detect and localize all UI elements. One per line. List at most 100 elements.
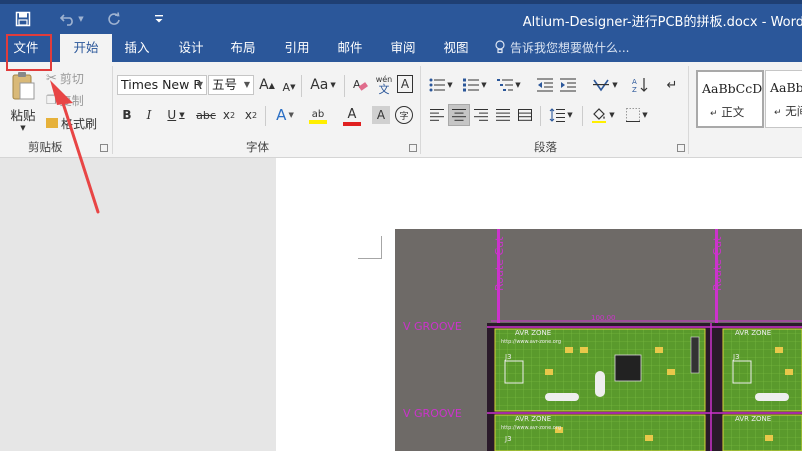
distributed-icon xyxy=(518,109,532,121)
character-shading-button[interactable]: A xyxy=(372,106,390,124)
enclose-characters-button[interactable]: 字 xyxy=(395,106,413,124)
route-cut-text: Route Cut xyxy=(711,236,724,291)
italic-button[interactable]: I xyxy=(142,106,156,124)
underline-button[interactable]: U ▼ xyxy=(164,106,188,124)
svg-text:A: A xyxy=(353,78,361,91)
redo-icon xyxy=(108,12,120,25)
pad xyxy=(545,369,553,375)
tab-review[interactable]: 审阅 xyxy=(380,34,426,62)
grow-font-button[interactable]: A ▲ xyxy=(259,75,275,95)
sort-icon: A Z xyxy=(632,78,648,93)
font-color-icon: A xyxy=(347,106,357,122)
bold-icon: B xyxy=(122,108,132,122)
crystal xyxy=(595,371,605,397)
subscript-button[interactable]: x2 xyxy=(221,106,237,124)
header-connector xyxy=(690,336,700,374)
sort-button[interactable]: A Z xyxy=(630,75,650,95)
v-groove-text: V GROOVE xyxy=(403,407,462,420)
separator xyxy=(344,75,345,97)
highlight-button[interactable]: ab xyxy=(303,105,333,127)
change-case-icon: Aa xyxy=(310,77,329,93)
lightbulb-icon xyxy=(495,40,505,54)
strikethrough-button[interactable]: abc xyxy=(195,106,217,124)
tab-insert[interactable]: 插入 xyxy=(114,34,160,62)
text-effects-button[interactable]: A ▼ xyxy=(271,105,299,125)
pad xyxy=(765,435,773,441)
enclose-characters-icon: 字 xyxy=(399,111,409,122)
clipboard-icon xyxy=(12,71,35,99)
shading-button[interactable]: ▼ xyxy=(588,105,618,125)
clipboard-group-label: 剪贴板 xyxy=(28,140,63,154)
tell-me-text: 告诉我您想要做什么... xyxy=(510,41,630,55)
undo-dropdown-icon[interactable]: ▼ xyxy=(78,15,83,23)
font-launcher-icon[interactable] xyxy=(409,144,417,152)
tell-me-box[interactable]: 告诉我您想要做什么... xyxy=(494,34,644,62)
pad xyxy=(565,347,573,353)
line-spacing-button[interactable]: ▼ xyxy=(546,105,576,125)
style-preview: AaBbCcDd xyxy=(770,80,802,95)
superscript-icon: x xyxy=(244,108,252,122)
font-color-button[interactable]: A xyxy=(337,105,367,127)
show-formatting-marks-button[interactable]: ↵ xyxy=(665,76,679,94)
shrink-font-button[interactable]: A ▼ xyxy=(281,77,297,97)
increase-indent-button[interactable] xyxy=(558,75,578,95)
tab-layout[interactable]: 布局 xyxy=(220,34,266,62)
clear-formatting-button[interactable]: A xyxy=(351,74,369,96)
customize-qat-button[interactable] xyxy=(150,10,168,28)
shrink-font-icon: A xyxy=(282,80,291,94)
numbering-button[interactable]: ▼ xyxy=(460,75,490,95)
bullets-icon xyxy=(429,78,446,92)
multilevel-list-icon xyxy=(497,79,514,91)
tab-home[interactable]: 开始 xyxy=(60,34,112,62)
margin-corner-mark xyxy=(358,258,382,259)
tab-mailings[interactable]: 邮件 xyxy=(327,34,373,62)
redo-button[interactable] xyxy=(104,10,124,28)
italic-icon: I xyxy=(146,108,152,122)
change-case-button[interactable]: Aa ▼ xyxy=(308,75,338,95)
multilevel-list-button[interactable]: ▼ xyxy=(494,75,524,95)
designator-text: J3 xyxy=(504,435,512,443)
borders-button[interactable]: ▼ xyxy=(622,105,652,125)
chip xyxy=(614,354,642,382)
tab-references[interactable]: 引用 xyxy=(274,34,320,62)
cut-button[interactable]: ✂ 剪切 xyxy=(46,69,94,87)
save-button[interactable] xyxy=(14,10,32,28)
font-name-value: Times New R xyxy=(121,77,202,92)
pad xyxy=(645,435,653,441)
clipboard-launcher-icon[interactable] xyxy=(100,144,108,152)
v-groove-text: V GROOVE xyxy=(403,320,462,333)
pcb-panel-image[interactable]: Route Cut Route Cut V GROOVE V GROOVE 10… xyxy=(395,229,802,451)
undo-button[interactable]: ▼ xyxy=(58,10,86,28)
format-painter-button[interactable]: 格式刷 xyxy=(46,114,104,132)
style-normal[interactable]: AaBbCcDd ↵ 正文 xyxy=(696,70,764,128)
decrease-indent-button[interactable] xyxy=(535,75,555,95)
phonetic-guide-button[interactable]: wén 文 xyxy=(374,72,394,98)
svg-text:Z: Z xyxy=(632,86,637,93)
align-left-icon xyxy=(430,109,444,121)
group-separator xyxy=(112,66,113,154)
justify-button[interactable] xyxy=(494,106,512,124)
font-size-combo[interactable]: 五号 ▼ xyxy=(208,75,254,95)
superscript-button[interactable]: x2 xyxy=(243,106,259,124)
paste-button[interactable]: 粘贴 ▼ xyxy=(6,70,40,132)
align-right-button[interactable] xyxy=(472,106,490,124)
paste-dropdown-icon[interactable]: ▼ xyxy=(20,124,25,132)
style-label: ↵ 正文 xyxy=(710,105,745,119)
style-no-spacing[interactable]: AaBbCcDd ↵ 无间 xyxy=(765,70,802,128)
style-label: ↵ 无间 xyxy=(774,104,802,118)
paragraph-launcher-icon[interactable] xyxy=(677,144,685,152)
distributed-button[interactable] xyxy=(516,106,534,124)
tab-view[interactable]: 视图 xyxy=(433,34,479,62)
bullets-button[interactable]: ▼ xyxy=(426,75,456,95)
tab-design[interactable]: 设计 xyxy=(168,34,214,62)
character-border-button[interactable]: A xyxy=(397,75,413,93)
align-left-button[interactable] xyxy=(428,106,446,124)
increase-indent-icon xyxy=(560,78,576,92)
chinese-layout-button[interactable]: ▼ xyxy=(590,75,620,95)
font-name-combo[interactable]: Times New R ▼ xyxy=(117,75,207,95)
strikethrough-icon: abc xyxy=(196,108,216,122)
board-title-text: AVR ZONE xyxy=(515,329,551,337)
copy-button[interactable]: ❐ 复制 xyxy=(46,91,94,109)
align-center-button[interactable] xyxy=(448,104,470,126)
bold-button[interactable]: B xyxy=(120,106,134,124)
